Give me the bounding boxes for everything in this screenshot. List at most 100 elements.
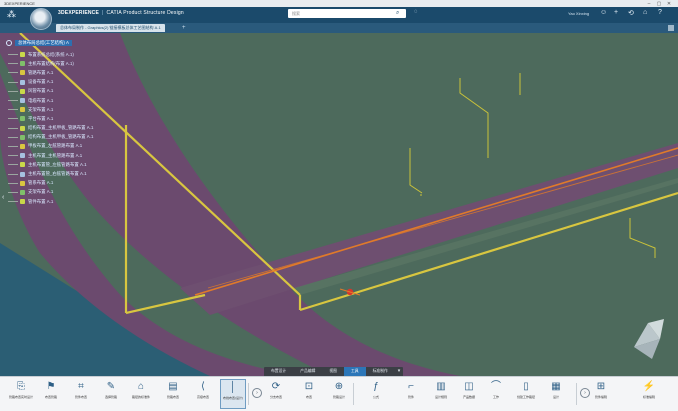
toolbar-button[interactable]: ⌐ 管件 [398,379,424,409]
toolbar-button[interactable]: ◫ 产品数据 [456,379,482,409]
section-tab[interactable]: 工具 [343,367,366,376]
toolbar-button[interactable]: ⌗ 管件布置 [68,379,94,409]
tree-node-icon [20,153,25,159]
toolbar-button[interactable]: ▦ 设计 [543,379,569,409]
toolbar-button[interactable]: ⌂ 路径的标准件 [128,379,154,409]
toolbar-button-label: 布置 [305,395,312,399]
toolbar-button[interactable]: ⎘ 管路布置实时设计 [8,379,34,409]
tree-node-icon [20,134,25,140]
tree-branch-line [8,109,18,111]
3d-viewport[interactable] [0,33,678,376]
tree-item-label: 管路布置 A.1 [28,69,54,75]
tree-item[interactable]: 主机布置管_右舷管路布置 A.1 [8,169,93,178]
minimize-button[interactable]: – [644,1,654,7]
tag-icon[interactable]: ◌ [414,9,418,15]
tree-node-icon [20,61,25,67]
toolbar-button[interactable]: ⊡ 布置 [296,379,322,409]
document-tab-strip: 总体布局制作 - Graphics(2) 链接模板总体工艺图结构 A.1 + [0,23,678,33]
toolbar-button-label: 公式 [372,395,379,399]
document-tab[interactable]: 总体布局制作 - Graphics(2) 链接模板总体工艺图结构 A.1 [56,24,165,32]
toolbar-button-label: 管件布置 [74,395,87,399]
toolbar-button[interactable]: ⟳ 分支布置 [263,379,289,409]
tree-item[interactable]: 布置系统总结(系统 A.1) [8,50,93,59]
tree-item[interactable]: 结构布置_主机甲板_管路布置 A.1 [8,133,93,142]
toolbar-command-icon: ⊡ [304,381,314,392]
toolbar-button[interactable]: ⟨ 高级布置 [190,379,216,409]
toolbar-button[interactable]: ▥ 设计规则 [428,379,454,409]
toolbar-button[interactable]: ▯ 创建工作路径 [513,379,539,409]
tree-node-icon [20,116,25,122]
collapse-panel-icon[interactable]: ‹ [2,194,4,201]
tree-item[interactable]: 主机布置结构(布置 A.1) [8,59,93,68]
tree-item-label: 风管布置 A.1 [28,88,54,94]
help-icon[interactable]: ? [658,9,662,16]
tree-item[interactable]: 平台布置 A.1 [8,114,93,123]
tree-node-icon [20,199,25,205]
search-input[interactable]: 搜索 [288,9,406,18]
toolbar-expand-icon[interactable]: › [252,388,262,398]
tree-item[interactable]: 主机布置管_左舷管路布置 A.1 [8,160,93,169]
toolbar-button[interactable]: ƒ 公式 [363,379,389,409]
toolbar-command-icon: ◫ [464,381,474,392]
tree-item[interactable]: 电缆布置 A.1 [8,96,93,105]
tree-item[interactable]: 主机布置_主机管路布置 A.1 [8,151,93,160]
product-root-icon [6,40,12,46]
toolbar-button[interactable]: │ 布线布置(设计) [220,379,246,409]
search-icon[interactable]: ⌕ [396,9,399,18]
toolbar-button-label: 产品数据 [462,395,475,399]
plus-icon[interactable]: + [614,9,618,16]
toolbar-button[interactable]: ⊞ 管件编辑 [588,379,614,409]
toolbar-button[interactable]: ▤ 管路布置 [160,379,186,409]
tree-item[interactable]: 管件布置 A.1 [8,197,93,206]
toolbar-command-icon: ▦ [551,381,561,392]
tree-branch-line [8,136,18,138]
toolbar-command-icon: ⌐ [408,381,414,392]
toolbar-command-icon: ⊞ [596,381,606,392]
product-name: CATIA Product Structure Design [106,10,184,16]
section-tab[interactable]: 布置设计 [264,367,293,376]
section-tab[interactable]: 产品编辑 [293,367,322,376]
toolbar-button-label: 布置管路 [44,395,57,399]
toolbar-separator [576,383,577,405]
app-menu-icon[interactable]: ⁂ [7,9,16,20]
tree-item[interactable]: 结构布置_主机甲板_管路布置 A.1 [8,124,93,133]
tree-item-label: 管系布置 A.1 [28,180,54,186]
tree-item[interactable]: 风管布置 A.1 [8,87,93,96]
viewport-scene[interactable] [0,33,678,376]
tree-node-icon [20,171,25,177]
tree-item[interactable]: 支架布置 A.1 [8,188,93,197]
tree-item[interactable]: 支架布置 A.1 [8,105,93,114]
toolbar-command-icon: ▯ [523,381,529,392]
tree-item-label: 主机布置管_左舷管路布置 A.1 [28,161,87,167]
close-button[interactable]: ✕ [664,1,674,7]
tree-branch-line [8,54,18,56]
toolbar-button[interactable]: ⚡ 标准编辑 [636,379,662,409]
toolbar-command-icon: ⚡ [642,381,656,392]
toolbar-expand-icon[interactable]: › [580,388,590,398]
panel-toggle-icon[interactable] [668,25,674,31]
toolbar-button[interactable]: ⌒ 工作 [483,379,509,409]
tree-node-icon [20,107,25,113]
tree-item-label: 主机布置结构(布置 A.1) [28,60,74,66]
maximize-button[interactable]: ▢ [654,1,664,7]
tree-item[interactable]: 甲板布置_左舷管路布置 A.1 [8,142,93,151]
tree-root[interactable]: 总体布局总结(工艺结构) A [6,40,72,46]
toolbar-button-label: 管路布置实时设计 [8,395,33,399]
section-tabs-chevron-down-icon[interactable]: ▾ [395,367,404,376]
tree-item-label: 布置系统总结(系统 A.1) [28,51,74,57]
tree-item[interactable]: 设备布置 A.1 [8,78,93,87]
section-tab[interactable]: 视图 [322,367,344,376]
home-icon[interactable]: ⌂ [643,9,647,16]
user-name[interactable]: Yao Xinxing [568,11,589,16]
tree-item[interactable]: 管路布置 A.1 [8,68,93,77]
compass-icon[interactable] [30,8,52,30]
add-tab-icon[interactable]: + [182,23,186,33]
toolbar-button[interactable]: ✎ 选择管路 [98,379,124,409]
toolbar-command-icon: │ [229,382,237,393]
toolbar-button[interactable]: ⊕ 管路设计 [326,379,352,409]
section-tab[interactable]: 标准制作 [366,367,395,376]
user-avatar-icon[interactable]: ☺ [600,9,607,16]
tree-item[interactable]: 管系布置 A.1 [8,179,93,188]
toolbar-button[interactable]: ⚑ 布置管路 [38,379,64,409]
share-icon[interactable]: ⟲ [628,9,634,17]
